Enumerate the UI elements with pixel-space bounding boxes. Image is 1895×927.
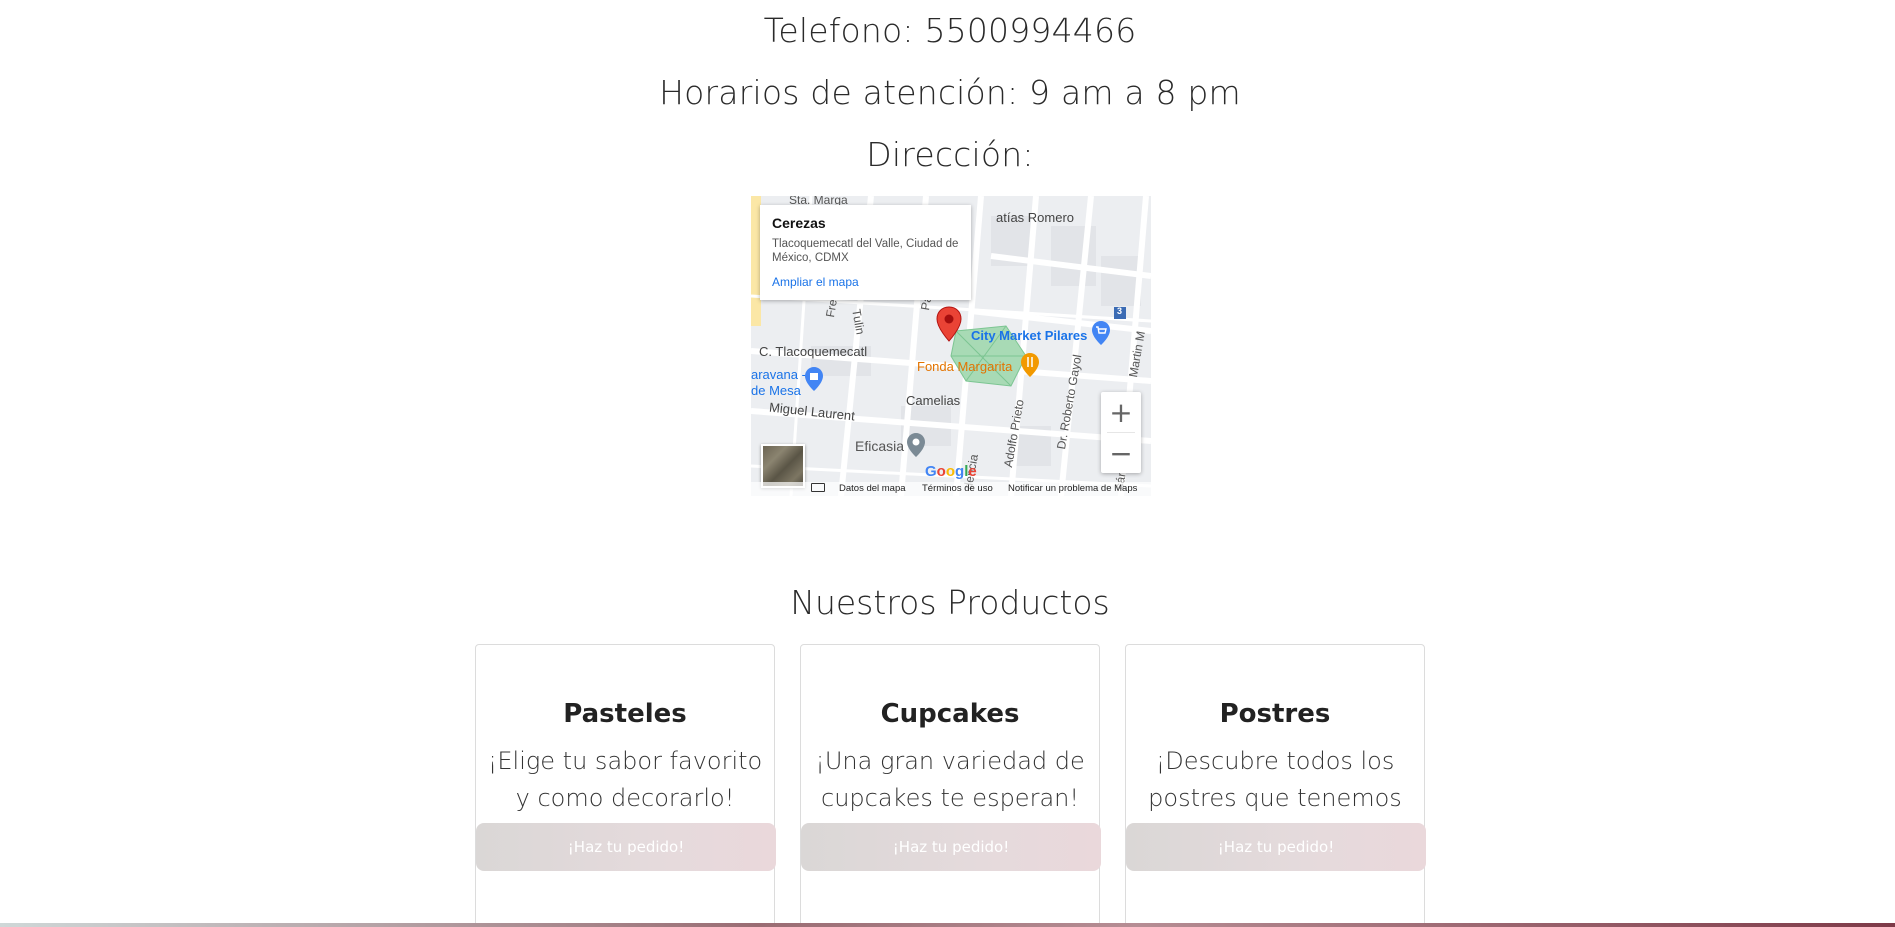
product-card-cupcakes: Cupcakes ¡Una gran variedad de cupcakes … <box>800 644 1101 927</box>
hours-text: Horarios de atención: 9 am a 8 pm <box>659 73 1241 112</box>
route-shield: 3 <box>1117 306 1123 316</box>
map-label: aravana - <box>751 367 806 382</box>
map-label: Fonda Margarita <box>917 359 1013 374</box>
keyboard-icon[interactable] <box>811 483 825 492</box>
address-label: Dirección: <box>866 135 1034 174</box>
map-label: Camelias <box>906 393 961 408</box>
terms-link[interactable]: Términos de uso <box>922 483 993 494</box>
product-card-postres: Postres ¡Descubre todos los postres que … <box>1125 644 1426 927</box>
order-button[interactable]: ¡Haz tu pedido! <box>1126 823 1426 871</box>
card-text: ¡Elige tu sabor favorito y como decorarl… <box>487 747 763 812</box>
map-label: atías Romero <box>996 210 1075 225</box>
zoom-out-button[interactable]: − <box>1101 433 1141 473</box>
map-data-link[interactable]: Datos del mapa <box>839 483 906 494</box>
enlarge-map-link[interactable]: Ampliar el mapa <box>772 275 959 289</box>
map-label: de Mesa <box>751 383 801 398</box>
place-address: Tlacoquemecatl del Valle, Ciudad de Méxi… <box>772 238 959 264</box>
map-label: City Market Pilares <box>971 328 1088 343</box>
products-title: Nuestros Productos <box>790 583 1110 622</box>
report-problem-link[interactable]: Notificar un problema de Maps <box>1008 483 1137 494</box>
card-text: ¡Una gran variedad de cupcakes te espera… <box>815 747 1085 812</box>
card-title: Cupcakes <box>880 699 1020 729</box>
order-button[interactable]: ¡Haz tu pedido! <box>476 823 776 871</box>
place-name: Cerezas <box>772 215 826 231</box>
restaurant-icon[interactable] <box>1020 352 1040 378</box>
footer-image-edge <box>0 923 1895 927</box>
product-card-pasteles: Pasteles ¡Elige tu sabor favorito y como… <box>475 644 776 927</box>
shopping-bag-icon[interactable] <box>804 366 824 392</box>
order-button[interactable]: ¡Haz tu pedido! <box>801 823 1101 871</box>
zoom-controls: + − <box>1101 392 1141 473</box>
map-pin-icon[interactable] <box>936 306 962 342</box>
map-embed[interactable]: atías Romero Sta. Marga Fresa Tulin Patr… <box>751 196 1151 496</box>
card-title: Pasteles <box>563 699 687 729</box>
google-logo: Google <box>925 463 977 480</box>
place-icon[interactable] <box>906 432 926 458</box>
page: Telefono: 5500994466 Horarios de atenció… <box>0 0 1895 927</box>
map-label: C. Tlacoquemecatl <box>759 344 868 359</box>
map-attribution: Datos del mapa Términos de uso Notificar… <box>751 482 1151 496</box>
shopping-cart-icon[interactable] <box>1091 320 1111 346</box>
phone-text: Telefono: 5500994466 <box>763 11 1137 50</box>
card-title: Postres <box>1219 699 1331 729</box>
map-info-card: Cerezas Tlacoquemecatl del Valle, Ciudad… <box>760 205 971 300</box>
zoom-in-button[interactable]: + <box>1101 392 1141 432</box>
map-label: Eficasia <box>855 438 905 454</box>
